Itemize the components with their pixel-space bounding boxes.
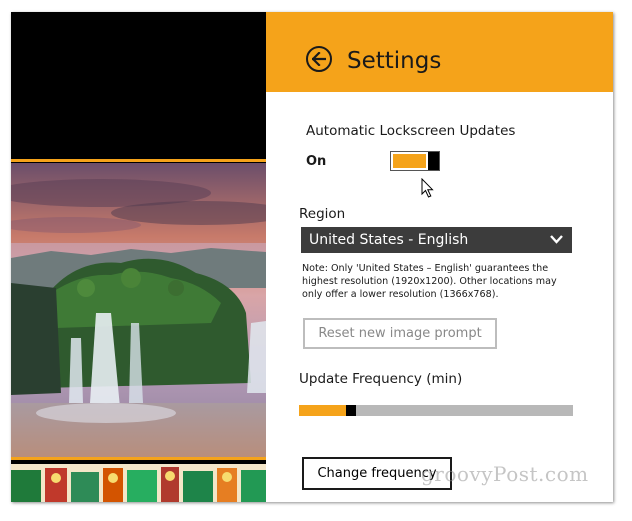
back-arrow-icon [312,52,326,66]
settings-pane: Settings Automatic Lockscreen Updates On… [266,12,613,502]
lockscreen-preview-panel [11,12,266,502]
lockscreen-updates-toggle[interactable] [390,151,440,171]
accent-divider [11,159,266,162]
update-frequency-slider[interactable] [299,405,573,416]
toggle-knob [428,152,439,170]
slider-thumb[interactable] [346,405,356,416]
mouse-cursor-icon [421,178,434,198]
region-note: Note: Only 'United States – English' gua… [302,263,557,300]
region-selected-value: United States - English [309,232,469,248]
region-label: Region [299,206,346,222]
watermark: groovyPost.com [421,462,589,486]
chevron-down-icon [550,235,563,244]
toggle-fill [393,154,426,168]
back-button[interactable] [306,46,332,72]
next-image-thumbnail [11,464,266,502]
accent-divider-bottom [11,457,266,460]
update-frequency-label: Update Frequency (min) [299,371,463,387]
app-window: Settings Automatic Lockscreen Updates On… [11,12,613,502]
waterfall-photo [11,163,266,457]
page-title: Settings [347,48,442,74]
settings-header: Settings [266,12,613,92]
lockscreen-updates-label: Automatic Lockscreen Updates [306,123,516,139]
reset-image-prompt-button[interactable]: Reset new image prompt [303,318,497,349]
slider-fill [299,405,346,416]
region-dropdown[interactable]: United States - English [301,227,572,253]
toggle-state-label: On [306,154,327,169]
